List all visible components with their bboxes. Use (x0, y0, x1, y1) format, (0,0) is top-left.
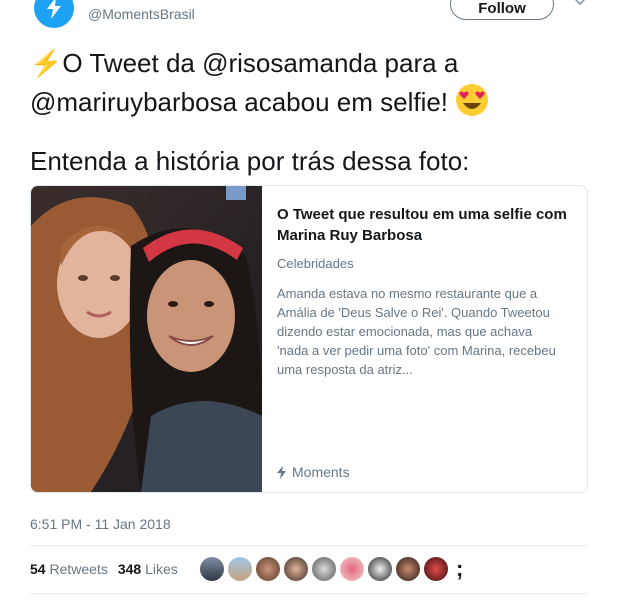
liker-avatar[interactable] (228, 557, 252, 581)
liker-avatar[interactable] (340, 557, 364, 581)
lightning-icon (277, 465, 286, 479)
moment-card[interactable]: O Tweet que resultou em uma selfie com M… (30, 185, 588, 493)
tweet-line-1: ⚡O Tweet da @risosamanda para a (30, 48, 459, 78)
follow-button[interactable]: Follow (450, 0, 554, 20)
liker-avatar[interactable] (256, 557, 280, 581)
account-handle[interactable]: @MomentsBrasil (88, 6, 195, 22)
chevron-down-icon[interactable] (572, 0, 588, 10)
retweets-stat[interactable]: 54 Retweets (30, 561, 108, 577)
liker-avatar[interactable] (312, 557, 336, 581)
tweet-timestamp[interactable]: 6:51 PM - 11 Jan 2018 (30, 516, 171, 532)
card-footer: Moments (277, 464, 350, 480)
card-photo (31, 186, 262, 492)
liker-avatar[interactable] (368, 557, 392, 581)
moments-label: Moments (292, 464, 350, 480)
likers-avatars: ; (200, 557, 463, 581)
likes-stat[interactable]: 348 Likes (118, 561, 178, 577)
more-likers[interactable]: ; (456, 557, 463, 581)
tweet-line-3: Entenda a história por trás dessa foto: (30, 146, 470, 176)
divider (30, 593, 588, 594)
liker-avatar[interactable] (424, 557, 448, 581)
high-voltage-emoji: ⚡ (30, 48, 63, 78)
account-avatar[interactable] (34, 0, 74, 28)
card-title[interactable]: O Tweet que resultou em uma selfie com M… (277, 204, 567, 246)
liker-avatar[interactable] (200, 557, 224, 581)
tweet-text: ⚡O Tweet da @risosamanda para a @mariruy… (30, 44, 590, 181)
heart-eyes-emoji: 😍 (455, 83, 489, 128)
lightning-icon (47, 0, 61, 19)
tweet-stats: 54 Retweets 348 Likes (30, 561, 178, 577)
liker-avatar[interactable] (284, 557, 308, 581)
card-description: Amanda estava no mesmo restaurante que a… (277, 286, 556, 377)
tweet-line-2: @mariruybarbosa acabou em selfie! 😍 (30, 83, 590, 128)
liker-avatar[interactable] (396, 557, 420, 581)
card-category: Celebridades (277, 256, 354, 271)
card-body: O Tweet que resultou em uma selfie com M… (277, 204, 567, 379)
divider (30, 545, 588, 546)
